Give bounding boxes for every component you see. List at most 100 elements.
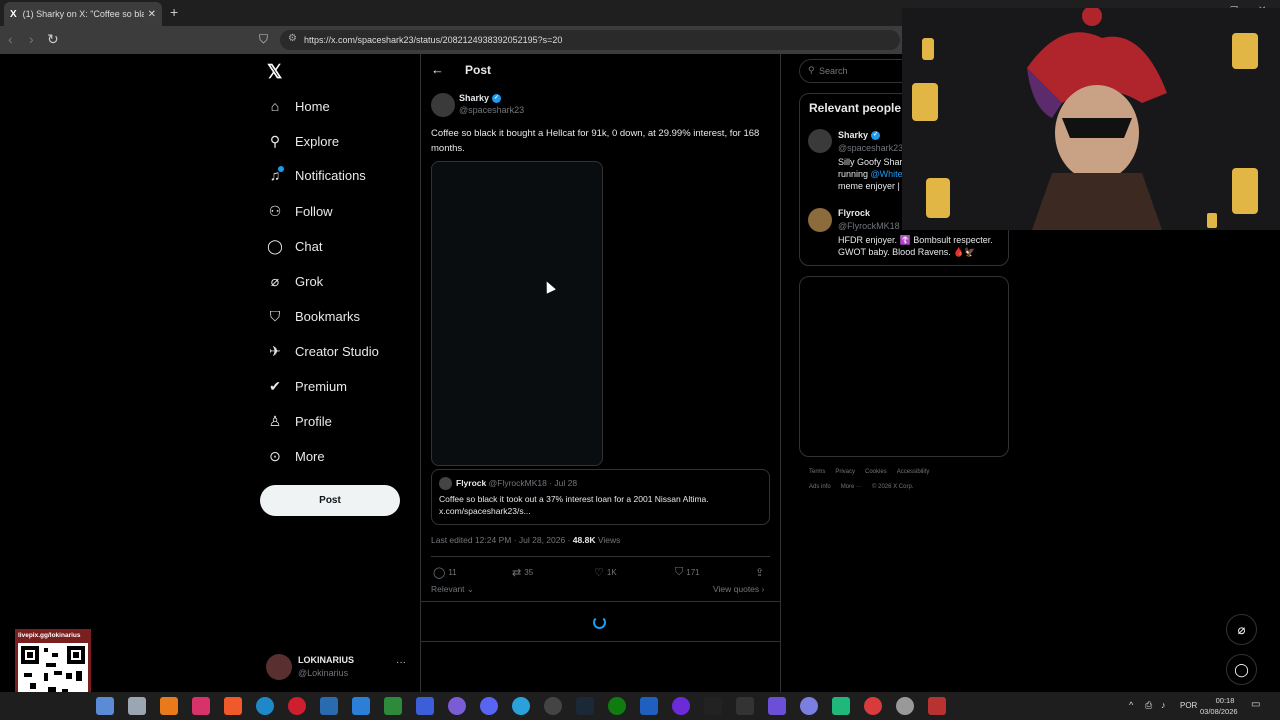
- nav-more[interactable]: ⊙ More: [266, 448, 325, 465]
- app-icon[interactable]: [736, 697, 754, 715]
- app-icon[interactable]: [800, 697, 818, 715]
- nav-follow[interactable]: ⚇ Follow: [266, 203, 333, 220]
- app-icon[interactable]: [448, 697, 466, 715]
- x-logo-icon[interactable]: 𝕏: [267, 61, 282, 84]
- account-avatar[interactable]: [266, 654, 292, 680]
- post-video[interactable]: [431, 161, 603, 466]
- view-quotes-link[interactable]: View quotes ›: [713, 584, 764, 594]
- clock-date[interactable]: 03/08/2026: [1200, 707, 1238, 716]
- reply-button[interactable]: ◯ 11: [433, 566, 457, 579]
- steam-icon[interactable]: [576, 697, 594, 715]
- opera-icon[interactable]: [288, 697, 306, 715]
- discord-icon[interactable]: [480, 697, 498, 715]
- language-indicator[interactable]: POR: [1180, 701, 1197, 710]
- nav-premium[interactable]: ✔ Premium: [266, 378, 347, 395]
- nav-bookmarks[interactable]: ⛉ Bookmarks: [266, 308, 360, 325]
- share-button[interactable]: ⇪: [755, 566, 764, 579]
- chevron-right-icon: ›: [759, 584, 765, 594]
- nav-home[interactable]: ⌂ Home: [266, 98, 330, 114]
- footer-link[interactable]: Cookies: [865, 469, 887, 475]
- grok-float-button[interactable]: ⌀: [1226, 614, 1257, 645]
- volume-icon[interactable]: ♪: [1161, 700, 1166, 710]
- site-info-icon[interactable]: ⚙: [288, 33, 297, 44]
- telegram-icon[interactable]: [512, 697, 530, 715]
- browser-tab[interactable]: X (1) Sharky on X: "Coffee so black ✕: [4, 2, 162, 26]
- person-bio-line: HFDR enjoyer. ☦️ Bombsult respecter.: [838, 235, 993, 245]
- xbox-icon[interactable]: [608, 697, 626, 715]
- reply-icon: ◯: [433, 567, 446, 579]
- app-icon[interactable]: [864, 697, 882, 715]
- author-handle[interactable]: @spaceshark23: [459, 105, 524, 115]
- clock-time[interactable]: 00:18: [1213, 696, 1237, 705]
- reload-icon[interactable]: ↻: [47, 31, 59, 48]
- network-icon[interactable]: ⎙: [1145, 700, 1152, 711]
- account-more-icon[interactable]: ···: [396, 657, 406, 668]
- author-name-row[interactable]: Sharky ✓: [459, 93, 502, 104]
- new-tab-button[interactable]: +: [170, 4, 178, 20]
- footer-link[interactable]: Privacy: [835, 469, 855, 475]
- person-name-row[interactable]: Sharky ✓: [838, 130, 881, 141]
- brave-browser-icon[interactable]: [224, 697, 242, 715]
- nav-profile[interactable]: ♙ Profile: [266, 413, 332, 430]
- nav-explore[interactable]: ⚲ Explore: [266, 133, 339, 150]
- app-icon[interactable]: [928, 697, 946, 715]
- epic-games-icon[interactable]: [704, 697, 722, 715]
- app-icon[interactable]: [96, 697, 114, 715]
- app-icon[interactable]: [384, 697, 402, 715]
- messages-float-button[interactable]: ◯: [1226, 654, 1257, 685]
- nav-follow-label: Follow: [295, 204, 333, 219]
- media-player-icon[interactable]: [192, 697, 210, 715]
- like-button[interactable]: ♡ 1K: [594, 566, 617, 579]
- relevant-people-title: Relevant people: [809, 101, 902, 115]
- person-avatar[interactable]: [808, 129, 832, 153]
- notification-center-icon[interactable]: ▭: [1251, 699, 1260, 710]
- app-icon[interactable]: [128, 697, 146, 715]
- forward-icon[interactable]: ›: [29, 31, 34, 47]
- app-icon[interactable]: [672, 697, 690, 715]
- person-name[interactable]: Flyrock: [838, 208, 870, 218]
- person-avatar[interactable]: [808, 208, 832, 232]
- app-icon[interactable]: [768, 697, 786, 715]
- footer-link[interactable]: Terms: [809, 469, 825, 475]
- footer-link[interactable]: Accessibility: [897, 469, 930, 475]
- post-button[interactable]: Post: [260, 485, 400, 516]
- notification-dot: [278, 166, 284, 172]
- vlc-icon[interactable]: [160, 697, 178, 715]
- nav-grok[interactable]: ⌀ Grok: [266, 273, 323, 290]
- chevron-down-icon: ⌄: [464, 584, 475, 594]
- app-icon[interactable]: [416, 697, 434, 715]
- vscode-icon[interactable]: [352, 697, 370, 715]
- footer-link[interactable]: Ads info: [809, 484, 831, 490]
- chat-icon: ◯: [1234, 661, 1249, 677]
- x-favicon-icon: X: [10, 8, 17, 20]
- nav-bookmarks-label: Bookmarks: [295, 309, 361, 324]
- nav-more-label: More: [295, 449, 325, 464]
- repost-button[interactable]: ⇄ 35: [512, 566, 533, 579]
- app-icon[interactable]: [832, 697, 850, 715]
- bookmark-button[interactable]: ⛉ 171: [675, 566, 700, 579]
- bio-mention-link[interactable]: @White: [871, 169, 903, 179]
- bookmark-page-icon[interactable]: ⛉: [259, 32, 268, 47]
- tab-close-icon[interactable]: ✕: [148, 9, 156, 20]
- post-text: Coffee so black it bought a Hellcat for …: [431, 128, 760, 154]
- nav-creator-studio[interactable]: ✈ Creator Studio: [266, 343, 379, 360]
- url-field[interactable]: ⚙ https://x.com/spaceshark23/status/2082…: [280, 30, 900, 50]
- footer-link[interactable]: More ···: [841, 484, 862, 490]
- author-avatar[interactable]: [431, 93, 455, 117]
- bookmark-count: 171: [686, 568, 700, 577]
- divider: [431, 556, 770, 557]
- sort-replies-dropdown[interactable]: Relevant ⌄: [431, 584, 474, 595]
- quote-author-name: Flyrock: [456, 478, 487, 488]
- person-bio-line: Silly Goofy Shar: [838, 157, 903, 167]
- obs-icon[interactable]: [544, 697, 562, 715]
- back-icon[interactable]: ‹: [8, 31, 13, 47]
- app-icon[interactable]: [896, 697, 914, 715]
- post-edited-timestamp[interactable]: Last edited 12:24 PM · Jul 28, 2026 ·: [431, 535, 570, 545]
- tray-chevron-icon[interactable]: ^: [1129, 700, 1133, 710]
- nav-chat[interactable]: ◯ Chat: [266, 238, 322, 255]
- edge-browser-icon[interactable]: [256, 697, 274, 715]
- back-arrow-icon[interactable]: ←: [431, 62, 444, 77]
- app-icon[interactable]: [640, 697, 658, 715]
- app-icon[interactable]: [320, 697, 338, 715]
- divider: [421, 641, 780, 642]
